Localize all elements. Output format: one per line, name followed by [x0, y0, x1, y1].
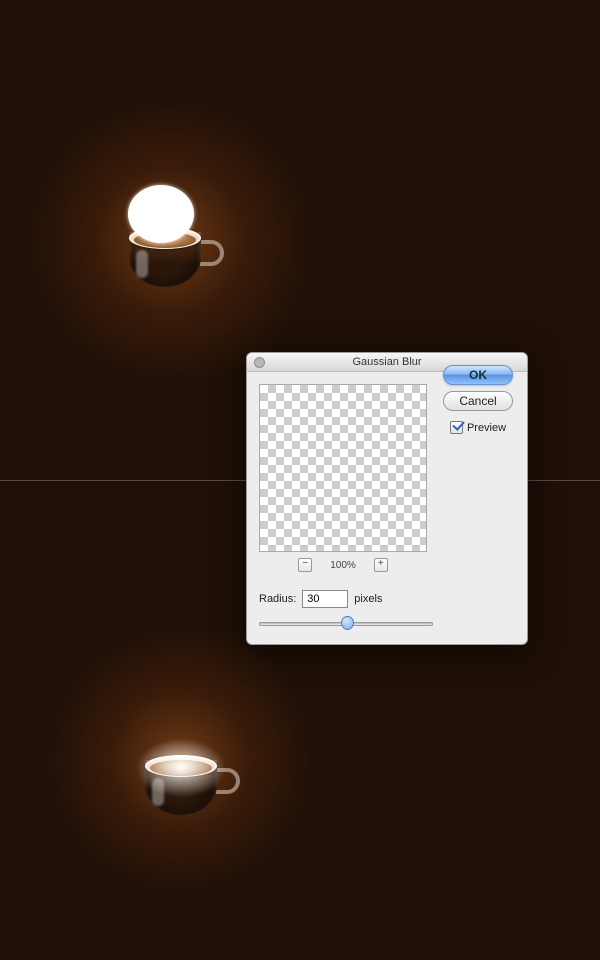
dialog-body: OK Cancel Preview − 100% + Radius: pixel…	[247, 372, 527, 644]
dialog-title: Gaussian Blur	[352, 356, 421, 368]
slider-thumb[interactable]	[341, 616, 354, 630]
gaussian-blur-dialog: Gaussian Blur OK Cancel Preview − 100% +…	[246, 352, 528, 645]
unblurred-highlight	[128, 185, 194, 243]
cancel-button[interactable]: Cancel	[443, 391, 513, 411]
radius-unit: pixels	[354, 593, 382, 605]
radius-slider[interactable]	[259, 614, 433, 632]
cup-highlight	[136, 250, 148, 278]
dialog-button-column: OK Cancel Preview	[441, 365, 515, 434]
blurred-highlight	[136, 738, 226, 798]
zoom-in-button[interactable]: +	[374, 558, 388, 572]
zoom-controls: − 100% +	[259, 558, 427, 572]
preview-label: Preview	[467, 422, 506, 434]
filter-preview[interactable]	[259, 384, 427, 552]
preview-checkbox-row[interactable]: Preview	[450, 421, 506, 434]
preview-checkbox[interactable]	[450, 421, 463, 434]
radius-input[interactable]	[302, 590, 348, 608]
zoom-level: 100%	[330, 560, 356, 571]
ok-button[interactable]: OK	[443, 365, 513, 385]
radius-label: Radius:	[259, 593, 296, 605]
zoom-out-button[interactable]: −	[298, 558, 312, 572]
close-icon[interactable]	[254, 357, 265, 368]
radius-row: Radius: pixels	[259, 590, 515, 608]
